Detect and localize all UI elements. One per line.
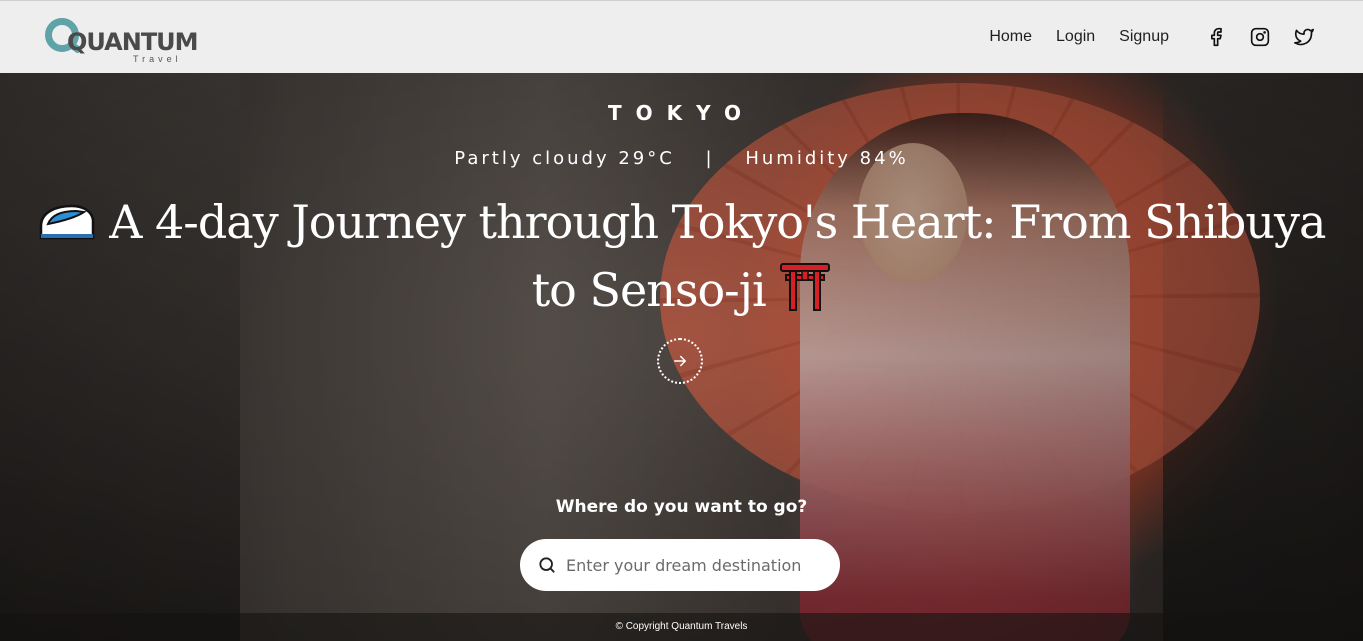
weather-condition: Partly cloudy 29°C [454, 148, 675, 169]
hero-section: TOKYO Partly cloudy 29°C | Humidity 84% … [0, 73, 1363, 641]
nav-menu: Home Login Signup [989, 24, 1317, 50]
torii-gate-icon [779, 260, 831, 327]
weather-info: Partly cloudy 29°C | Humidity 84% [0, 148, 1363, 169]
city-name: TOKYO [608, 101, 755, 125]
nav-login-link[interactable]: Login [1056, 28, 1095, 46]
destination-search-input[interactable] [566, 555, 816, 575]
nav-home-link[interactable]: Home [989, 28, 1032, 46]
search-prompt: Where do you want to go? [555, 497, 808, 517]
footer: © Copyright Quantum Travels [0, 613, 1363, 641]
next-arrow-button[interactable] [657, 338, 703, 384]
weather-separator: | [705, 148, 715, 169]
bullet-train-icon [38, 197, 96, 259]
twitter-icon[interactable] [1291, 24, 1317, 50]
social-links [1203, 24, 1317, 50]
copyright-text: © Copyright Quantum Travels [615, 621, 748, 632]
headline-text: A 4-day Journey through Tokyo's Heart: F… [109, 195, 1326, 317]
logo-text: QUANTUM [67, 28, 199, 56]
arrow-right-icon [674, 355, 686, 367]
facebook-icon[interactable] [1203, 24, 1229, 50]
instagram-icon[interactable] [1247, 24, 1273, 50]
brand-logo[interactable]: QUANTUM Travel [45, 12, 199, 64]
logo-subtitle: Travel [133, 54, 182, 64]
nav-signup-link[interactable]: Signup [1119, 28, 1169, 46]
search-icon [539, 557, 555, 573]
hero-headline: A 4-day Journey through Tokyo's Heart: F… [20, 191, 1343, 327]
top-navbar: QUANTUM Travel Home Login Signup [0, 0, 1363, 73]
humidity: Humidity 84% [745, 148, 909, 169]
destination-search-box[interactable] [520, 539, 840, 591]
